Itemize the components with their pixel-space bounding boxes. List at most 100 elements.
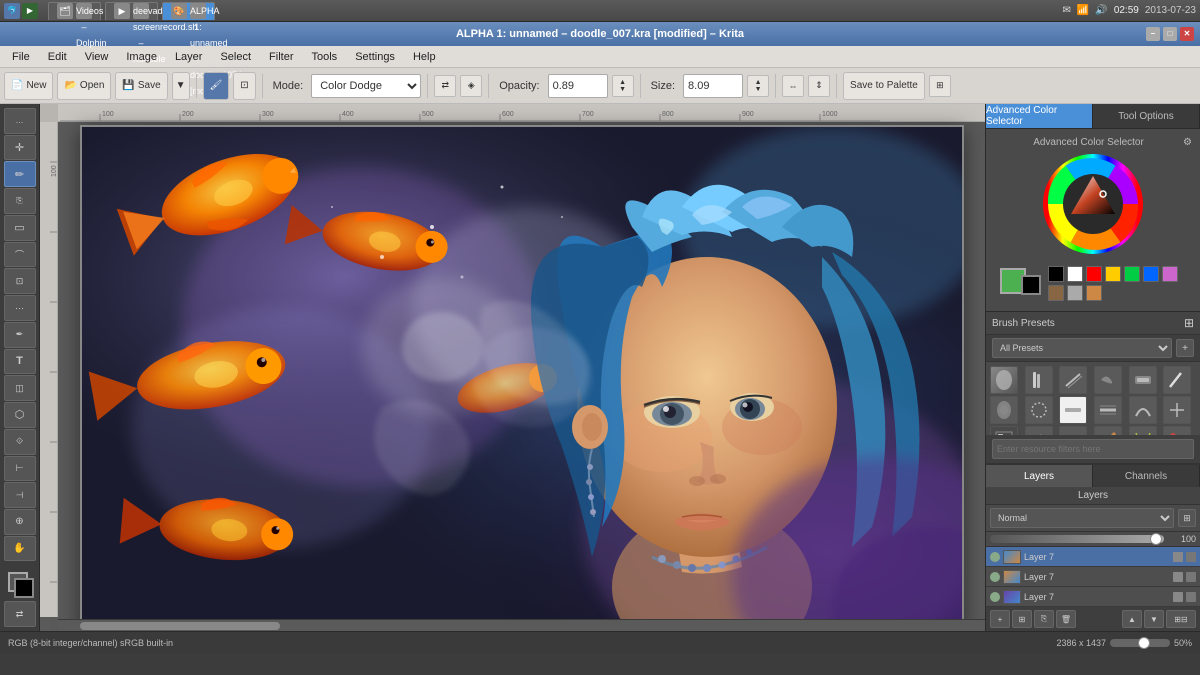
fg-bg-color[interactable]	[4, 568, 36, 600]
mail-icon[interactable]: ✉	[1063, 5, 1071, 16]
brush-item[interactable]	[1129, 426, 1157, 435]
brush-item[interactable]	[1094, 366, 1122, 394]
duplicate-tool[interactable]: ⎘	[4, 188, 36, 214]
swatch-1[interactable]	[1067, 266, 1083, 282]
eraser-button[interactable]: ⊡	[233, 72, 255, 100]
freehand-select-tool[interactable]: ⌒	[4, 242, 36, 268]
color-selector-settings-icon[interactable]: ⚙	[1183, 137, 1192, 148]
swatch-4[interactable]	[1124, 266, 1140, 282]
move-tool[interactable]: ✛	[4, 135, 36, 161]
brush-item[interactable]	[1129, 396, 1157, 424]
measure-tool[interactable]: ⊣	[4, 482, 36, 508]
size-input[interactable]	[683, 74, 743, 98]
opacity-slider-thumb[interactable]	[1150, 533, 1162, 545]
taskbar-btn-dolphin[interactable]: 🗂 Videos – Dolphin	[48, 2, 101, 20]
app-icon-konsole[interactable]: ▶	[22, 3, 38, 19]
opacity-up-btn[interactable]: ▲▼	[612, 75, 634, 97]
layer-move-down-button[interactable]: ▼	[1144, 610, 1164, 628]
menu-help[interactable]: Help	[405, 49, 444, 65]
open-button[interactable]: 📂 Open	[57, 72, 111, 100]
layer-copy-button[interactable]: ⎘	[1034, 610, 1054, 628]
fill-tool[interactable]: ⬡	[4, 402, 36, 428]
brush-presets-options[interactable]: ⊞	[1184, 316, 1194, 330]
menu-file[interactable]: File	[4, 49, 38, 65]
palette-options-button[interactable]: ⊞	[929, 75, 951, 97]
brush-item[interactable]	[1025, 396, 1053, 424]
layer-item-0[interactable]: Layer 7	[986, 547, 1200, 567]
layer-lock-icon-2[interactable]	[1173, 592, 1183, 602]
menu-layer[interactable]: Layer	[167, 49, 211, 65]
tab-layers[interactable]: Layers	[986, 465, 1093, 487]
zoom-slider[interactable]	[1110, 639, 1170, 647]
zoom-slider-thumb[interactable]	[1138, 637, 1150, 649]
freehand-brush-tool[interactable]: ✏	[4, 161, 36, 187]
resource-filter-input[interactable]	[992, 439, 1194, 459]
brush-item[interactable]	[1094, 426, 1122, 435]
maximize-button[interactable]: □	[1163, 27, 1177, 41]
layer-lock-icon[interactable]	[1173, 552, 1183, 562]
brush-add-button[interactable]: +	[1176, 339, 1194, 357]
brush-button[interactable]: 🖌	[203, 72, 230, 100]
tab-channels[interactable]: Channels	[1093, 465, 1200, 487]
layer-delete-button[interactable]: 🗑	[1056, 610, 1076, 628]
tab-advanced-color-selector[interactable]: Advanced Color Selector	[986, 104, 1093, 128]
brush-item[interactable]: ab	[1059, 426, 1087, 435]
tab-tool-options[interactable]: Tool Options	[1093, 104, 1200, 128]
brush-item[interactable]	[990, 426, 1018, 435]
swatch-5[interactable]	[1143, 266, 1159, 282]
color-toggle-button[interactable]: ◈	[460, 75, 482, 97]
h-scrollbar-thumb[interactable]	[80, 622, 280, 630]
swatch-2[interactable]	[1086, 266, 1102, 282]
layers-blend-mode-select[interactable]: Normal	[990, 508, 1174, 528]
size-up-btn[interactable]: ▲▼	[747, 75, 769, 97]
zoom-tool[interactable]: ⊕	[4, 509, 36, 535]
layer-visibility-icon-2[interactable]	[990, 592, 1000, 602]
new-button[interactable]: 📄 New	[4, 72, 53, 100]
color-swap-button[interactable]: ⇄	[434, 75, 456, 97]
crop-tool[interactable]: ⊢	[4, 456, 36, 482]
taskbar-btn-konsole[interactable]: ▶ deevad: screenrecord.sh – Konsole	[105, 2, 158, 20]
layer-group-button[interactable]: ⊞	[1012, 610, 1032, 628]
color-wheel[interactable]	[1043, 154, 1143, 254]
taskbar-btn-krita[interactable]: 🎨 ALPHA 1: unnamed – doodle_007.kra [mod…	[162, 2, 215, 20]
painting-canvas[interactable]	[80, 125, 964, 629]
wifi-icon[interactable]: 📶	[1077, 5, 1089, 16]
close-button[interactable]: ✕	[1180, 27, 1194, 41]
brush-item[interactable]	[1129, 366, 1157, 394]
add-layer-button[interactable]: +	[990, 610, 1010, 628]
brush-item[interactable]	[1025, 366, 1053, 394]
menu-view[interactable]: View	[77, 49, 117, 65]
menu-filter[interactable]: Filter	[261, 49, 301, 65]
swatch-3[interactable]	[1105, 266, 1121, 282]
canvas-area[interactable]: 100 200 300 400 500 600 700 800	[40, 104, 985, 631]
similar-color-select-tool[interactable]: ⋯	[4, 295, 36, 321]
pan-tool[interactable]: ✋	[4, 536, 36, 562]
layer-visibility-icon[interactable]	[990, 552, 1000, 562]
background-swatch[interactable]	[1021, 275, 1041, 295]
save-button[interactable]: 💾 Save	[115, 72, 167, 100]
layers-options-button[interactable]: ⊞	[1178, 509, 1196, 527]
swatch-9[interactable]	[1086, 285, 1102, 301]
layer-lock-icon-1[interactable]	[1173, 572, 1183, 582]
fg-bg-swap[interactable]: ⇄	[4, 601, 36, 627]
swatch-6[interactable]	[1162, 266, 1178, 282]
swatch-8[interactable]	[1067, 285, 1083, 301]
brush-item[interactable]	[990, 396, 1018, 424]
brush-item[interactable]	[1094, 396, 1122, 424]
opacity-input[interactable]	[548, 74, 608, 98]
save-options-button[interactable]: ▼	[172, 72, 190, 100]
menu-image[interactable]: Image	[118, 49, 165, 65]
layer-visibility-icon-1[interactable]	[990, 572, 1000, 582]
nav-tool[interactable]: …	[4, 108, 36, 134]
menu-edit[interactable]: Edit	[40, 49, 75, 65]
horizontal-scrollbar[interactable]	[58, 619, 985, 631]
brush-item[interactable]	[1163, 366, 1191, 394]
menu-tools[interactable]: Tools	[304, 49, 346, 65]
layer-item-1[interactable]: Layer 7	[986, 567, 1200, 587]
blend-mode-select[interactable]: Color Dodge	[311, 74, 421, 98]
smart-patch-tool[interactable]: ⟐	[4, 429, 36, 455]
menu-select[interactable]: Select	[212, 49, 259, 65]
brush-item[interactable]	[1163, 396, 1191, 424]
layer-filter-button[interactable]: ⊞⊟	[1166, 610, 1196, 628]
brush-item[interactable]	[1059, 396, 1087, 424]
